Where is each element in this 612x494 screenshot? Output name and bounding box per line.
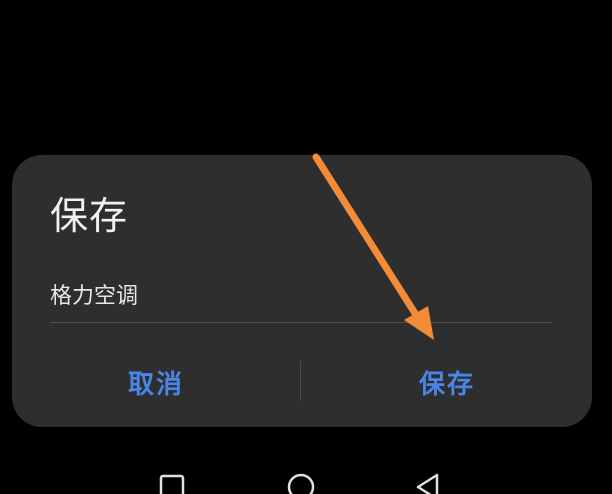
dialog-title: 保存 bbox=[50, 194, 129, 238]
navigation-bar bbox=[0, 462, 612, 494]
square-icon[interactable] bbox=[157, 472, 187, 494]
save-button[interactable]: 保存 bbox=[302, 355, 592, 409]
triangle-back-icon[interactable] bbox=[413, 472, 443, 494]
circle-icon[interactable] bbox=[286, 472, 316, 494]
cancel-button[interactable]: 取消 bbox=[12, 355, 300, 409]
name-input[interactable] bbox=[50, 265, 552, 323]
screen: 保存 取消 保存 bbox=[0, 0, 612, 494]
button-divider bbox=[300, 361, 301, 401]
save-dialog: 保存 取消 保存 bbox=[12, 155, 592, 427]
